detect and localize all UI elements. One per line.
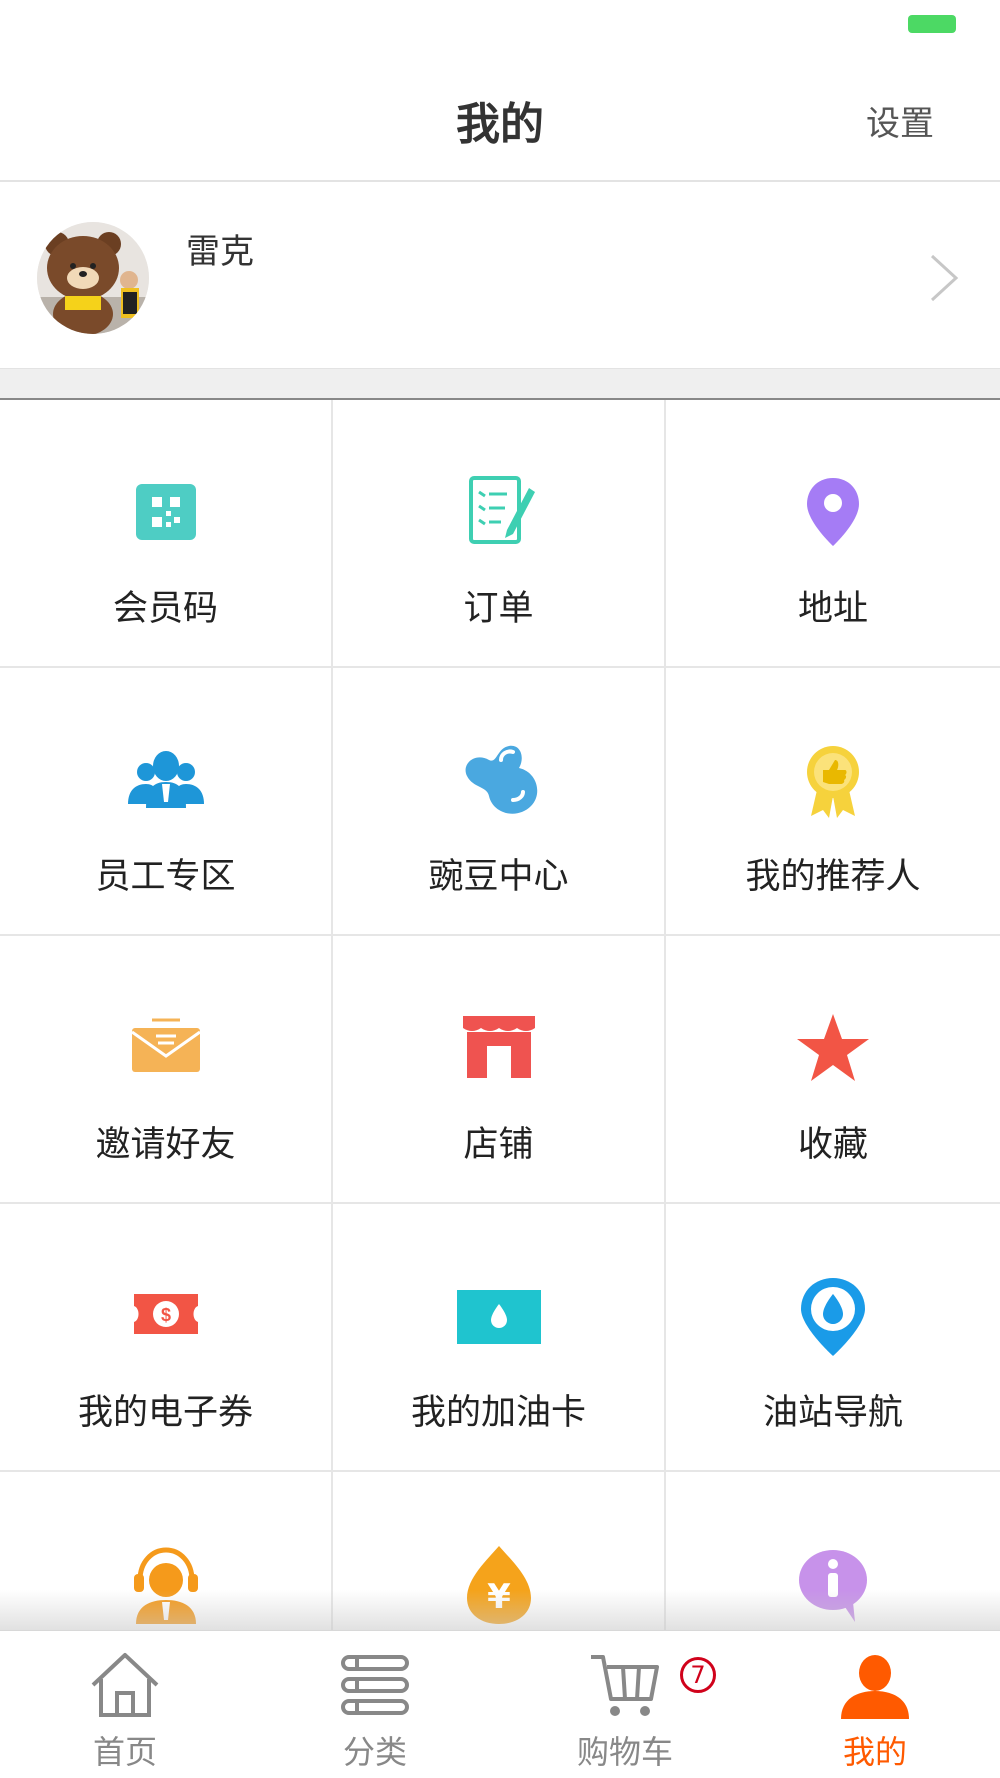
fuel-station-pin-icon: [791, 1274, 875, 1358]
staff-group-icon: [124, 738, 208, 822]
status-bar: [0, 0, 1000, 52]
location-pin-icon: [791, 470, 875, 554]
award-badge-icon: [791, 738, 875, 822]
svg-text:$: $: [160, 1305, 170, 1325]
star-icon: [791, 1006, 875, 1090]
menu-item-member-code[interactable]: 会员码: [0, 400, 333, 668]
svg-text:¥: ¥: [487, 1577, 511, 1617]
menu-item-pea-center[interactable]: 豌豆中心: [333, 668, 666, 936]
menu-item-staff-zone[interactable]: 员工专区: [0, 668, 333, 936]
menu-item-label: 我的加油卡: [410, 1393, 586, 1433]
avatar: [37, 222, 149, 334]
home-icon: [89, 1649, 161, 1721]
menu-item-label: 我的推荐人: [745, 857, 921, 897]
menu-item-address[interactable]: 地址: [666, 400, 1000, 668]
tab-home[interactable]: 首页: [0, 1631, 250, 1778]
user-icon: [839, 1649, 911, 1721]
menu-item-store[interactable]: 店铺: [333, 936, 666, 1204]
tab-label: 分类: [342, 1733, 407, 1771]
menu-item-label: 地址: [797, 589, 868, 629]
order-list-icon: [457, 470, 541, 554]
menu-item-orders[interactable]: 订单: [333, 400, 666, 668]
battery-icon: [908, 15, 956, 33]
menu-item-label: 会员码: [112, 589, 218, 629]
menu-item-e-coupons[interactable]: $ 我的电子券: [0, 1204, 333, 1472]
menu-item-my-referrer[interactable]: 我的推荐人: [666, 668, 1000, 936]
section-divider: [0, 368, 1000, 400]
menu-item-label: 订单: [463, 589, 534, 629]
menu-item-label: 豌豆中心: [428, 857, 569, 897]
settings-button[interactable]: 设置: [866, 96, 934, 145]
cart-badge: 7: [680, 1657, 716, 1693]
menu-item-customer-service[interactable]: [0, 1472, 333, 1630]
profile-row[interactable]: 雷克: [0, 184, 1000, 368]
page-header: 我的 设置: [0, 52, 1000, 182]
menu-item-invite-friends[interactable]: 邀请好友: [0, 936, 333, 1204]
tab-bar: 首页 分类 购物车 7 我的: [0, 1630, 1000, 1778]
coupon-icon: $: [124, 1274, 208, 1358]
menu-item-label: 邀请好友: [95, 1125, 236, 1165]
info-bubble-icon: [791, 1542, 875, 1626]
menu-item-station-navigation[interactable]: 油站导航: [666, 1204, 1000, 1472]
qr-code-icon: [124, 470, 208, 554]
menu-item-about[interactable]: [666, 1472, 1000, 1630]
tab-mine[interactable]: 我的: [750, 1631, 1000, 1778]
tab-label: 我的: [842, 1733, 907, 1771]
tab-cart[interactable]: 购物车: [500, 1631, 750, 1778]
menu-item-label: 我的电子券: [77, 1393, 253, 1433]
cart-icon: [589, 1649, 661, 1721]
chevron-right-icon: [930, 254, 959, 302]
menu-item-label: 店铺: [463, 1125, 534, 1165]
customer-service-icon: [124, 1542, 208, 1626]
username: 雷克: [186, 232, 254, 272]
menu-grid: 会员码 订单 地址 员工专区 豌豆中心 我的推荐人 邀请好友 店铺 收藏 $ 我…: [0, 400, 1000, 1630]
category-list-icon: [339, 1649, 411, 1721]
menu-item-wallet[interactable]: ¥: [333, 1472, 666, 1630]
tab-label: 首页: [92, 1733, 157, 1771]
menu-item-label: 员工专区: [95, 857, 236, 897]
page-title: 我的: [456, 99, 544, 150]
menu-item-fuel-card[interactable]: 我的加油卡: [333, 1204, 666, 1472]
menu-item-label: 收藏: [797, 1125, 868, 1165]
menu-item-label: 油站导航: [762, 1393, 903, 1433]
menu-item-favorites[interactable]: 收藏: [666, 936, 1000, 1204]
tab-label: 购物车: [576, 1733, 673, 1771]
money-bag-icon: ¥: [457, 1542, 541, 1626]
pea-icon: [457, 738, 541, 822]
tab-category[interactable]: 分类: [250, 1631, 500, 1778]
fuel-card-icon: [456, 1274, 541, 1358]
store-icon: [457, 1006, 541, 1090]
envelope-icon: [124, 1006, 208, 1090]
